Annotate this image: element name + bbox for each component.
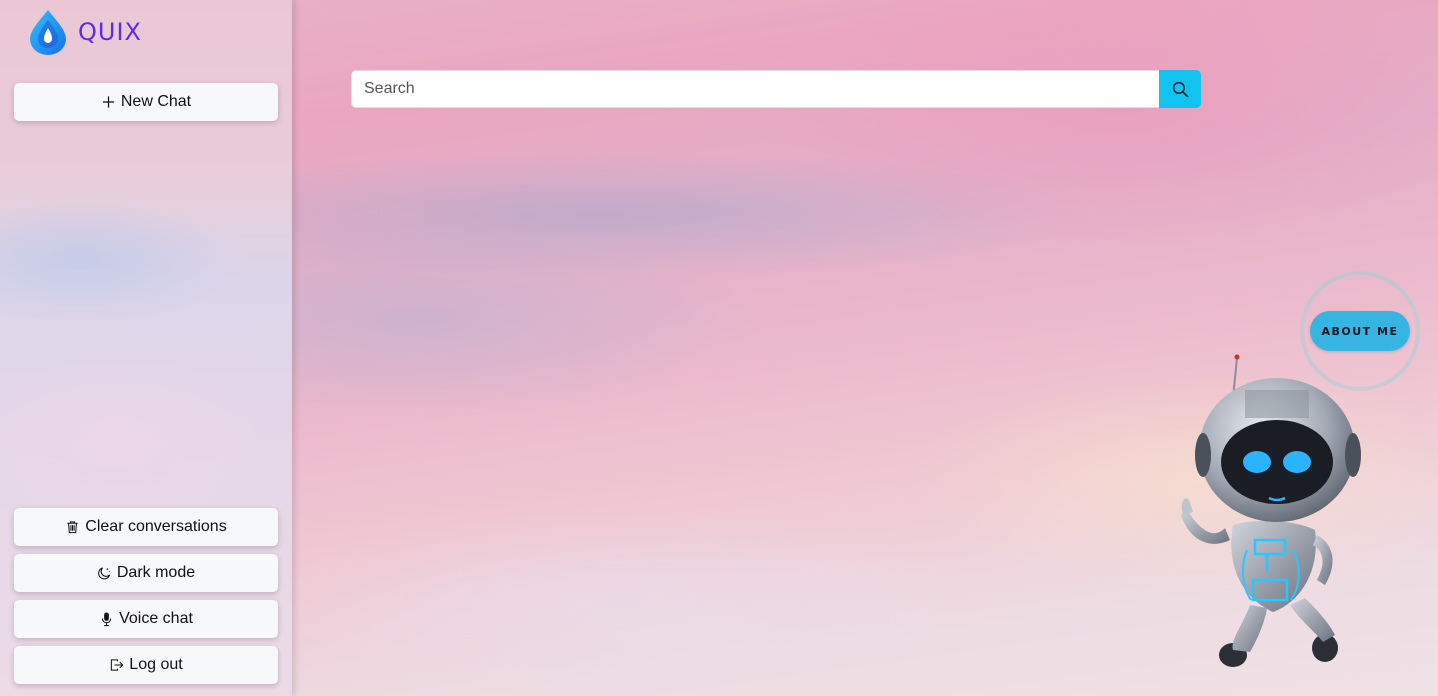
sidebar: QUIX New Chat Clear conversations Dark m… [0, 0, 292, 696]
dark-mode-label: Dark mode [116, 564, 196, 581]
voice-chat-label: Voice chat [119, 610, 193, 627]
search-icon [1172, 81, 1189, 98]
log-out-label: Log out [129, 656, 183, 673]
plus-icon [101, 94, 116, 110]
clear-conversations-button[interactable]: Clear conversations [14, 508, 278, 546]
search-bar [351, 70, 1201, 108]
dark-mode-button[interactable]: Dark mode [14, 554, 278, 592]
voice-chat-button[interactable]: Voice chat [14, 600, 278, 638]
new-chat-button[interactable]: New Chat [14, 83, 278, 121]
new-chat-label: New Chat [120, 93, 192, 110]
robot-mascot[interactable] [1175, 350, 1370, 675]
logout-icon [109, 657, 124, 673]
app-logo[interactable]: QUIX [26, 8, 142, 56]
moon-stars-icon [97, 565, 112, 581]
clear-conversations-label: Clear conversations [85, 518, 227, 535]
search-input[interactable] [351, 70, 1159, 108]
droplet-logo-icon [30, 10, 66, 55]
search-button[interactable] [1159, 70, 1201, 108]
app-name: QUIX [78, 18, 142, 46]
log-out-button[interactable]: Log out [14, 646, 278, 684]
about-me-button[interactable]: ABOUT ME [1310, 311, 1410, 351]
trash-icon [65, 519, 80, 535]
microphone-icon [99, 611, 114, 627]
